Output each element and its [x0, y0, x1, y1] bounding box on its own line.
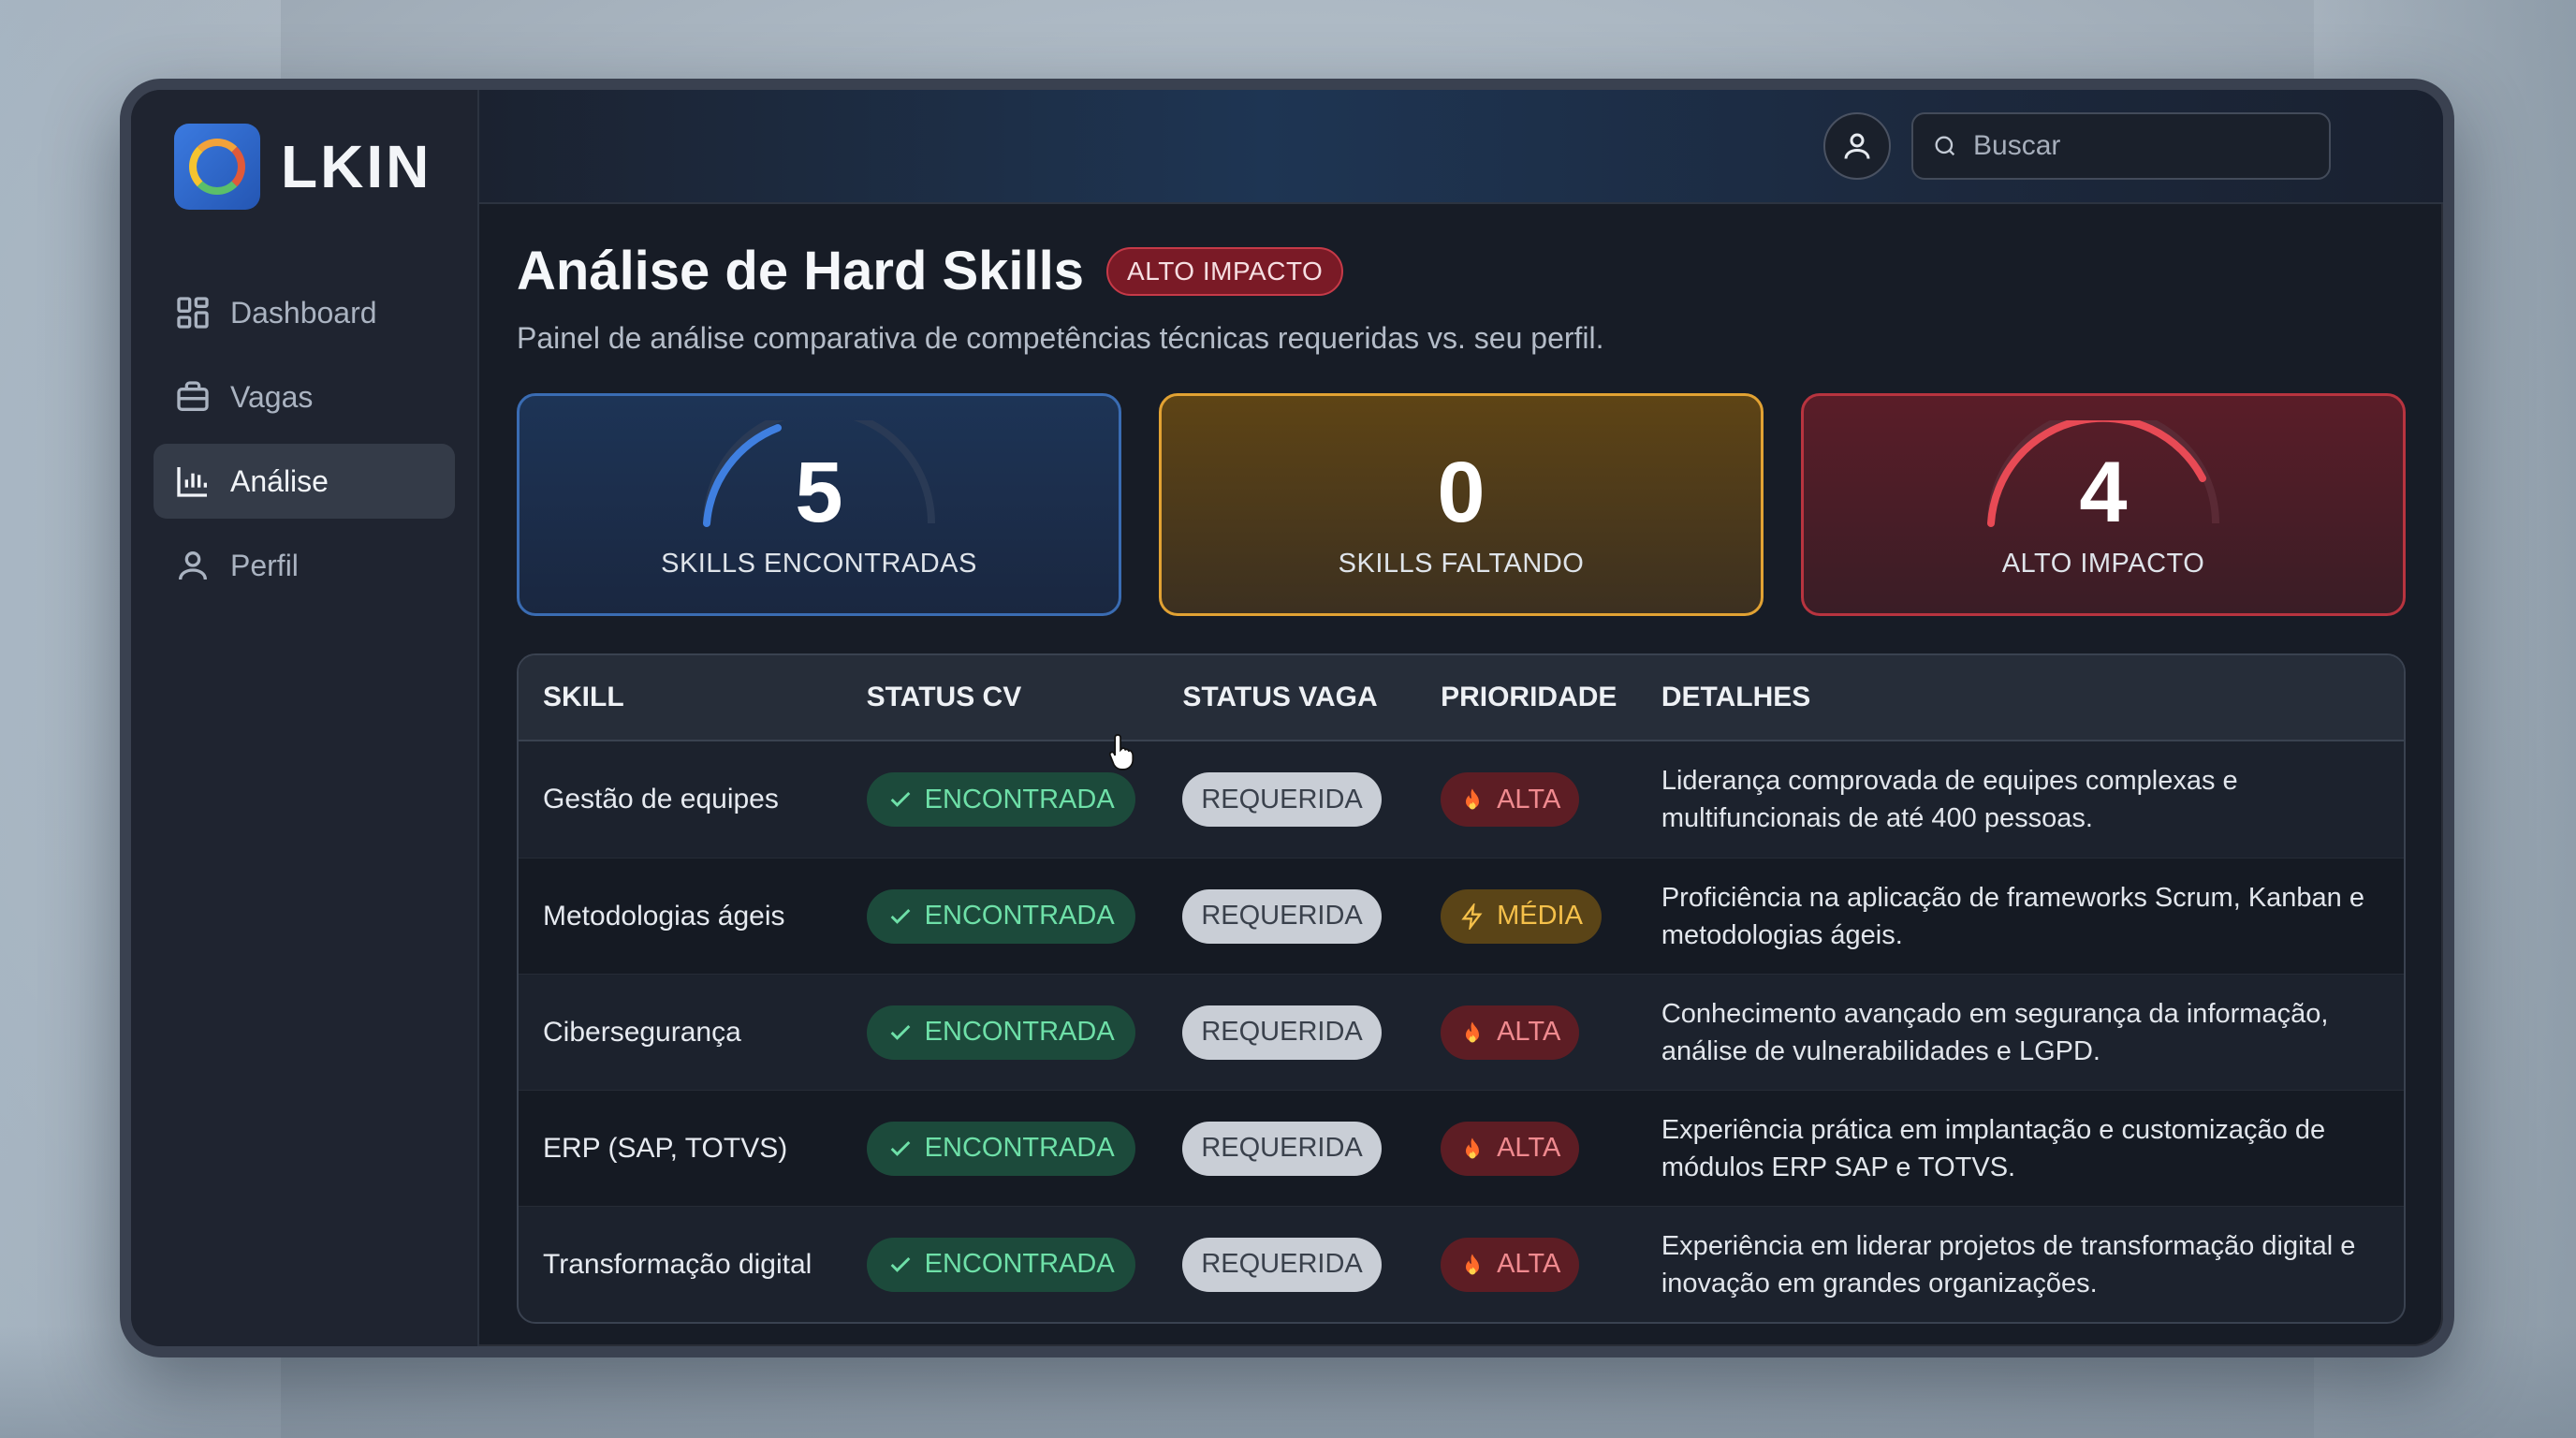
skill-detail: Experiência em liderar projetos de trans… — [1661, 1230, 2356, 1299]
status-vaga-badge: REQUERIDA — [1182, 1005, 1382, 1060]
logo-icon — [174, 124, 260, 210]
priority-badge: ALTA — [1441, 772, 1580, 827]
priority-badge: ALTA — [1441, 1121, 1580, 1176]
column-header-status-cv[interactable]: STATUS CV — [842, 682, 1159, 713]
column-header-skill[interactable]: SKILL — [519, 682, 842, 713]
priority-label: ALTA — [1497, 1017, 1561, 1047]
skill-name: Cibersegurança — [543, 1016, 741, 1048]
status-cv-label: ENCONTRADA — [924, 1017, 1115, 1047]
status-vaga-badge: REQUERIDA — [1182, 772, 1382, 827]
search-input[interactable] — [1973, 130, 2310, 162]
check-icon — [890, 1256, 911, 1272]
card-skills-missing: 0 SKILLS FALTANDO — [1159, 393, 1764, 616]
fire-icon — [1466, 1253, 1480, 1274]
sidebar-item-dashboard[interactable]: Dashboard — [154, 275, 455, 350]
card-label: SKILLS ENCONTRADAS — [661, 548, 977, 579]
column-header-priority[interactable]: PRIORIDADE — [1416, 682, 1637, 713]
table-row[interactable]: Gestão de equipes ENCONTRADA REQUERIDA A… — [519, 741, 2404, 858]
skill-detail: Proficiência na aplicação de frameworks … — [1661, 882, 2364, 950]
hand-cursor-icon — [1108, 734, 1134, 770]
sidebar-item-label: Vagas — [230, 379, 314, 414]
table-row[interactable]: Metodologias ágeis ENCONTRADA REQUERIDA … — [519, 858, 2404, 974]
briefcase-icon — [177, 381, 209, 411]
priority-label: ALTA — [1497, 1249, 1561, 1279]
sidebar-item-analise[interactable]: Análise — [154, 444, 455, 519]
brand[interactable]: LKIN — [174, 124, 455, 210]
content: Análise de Hard Skills ALTO IMPACTO Pain… — [479, 204, 2443, 1324]
check-icon — [890, 1140, 911, 1156]
skill-name: Transformação digital — [543, 1248, 812, 1280]
bolt-icon — [1461, 902, 1483, 930]
status-cv-badge: ENCONTRADA — [866, 772, 1135, 827]
card-label: SKILLS FALTANDO — [1338, 548, 1585, 579]
table-header: SKILL STATUS CV STATUS VAGA PRIORIDADE D… — [519, 655, 2404, 741]
sidebar-item-perfil[interactable]: Perfil — [154, 528, 455, 603]
status-vaga-badge: REQUERIDA — [1182, 888, 1382, 944]
user-icon — [1844, 133, 1870, 159]
main-area: Análise de Hard Skills ALTO IMPACTO Pain… — [479, 90, 2443, 1346]
status-cv-badge: ENCONTRADA — [866, 1237, 1135, 1292]
check-icon — [890, 908, 911, 924]
sidebar-item-label: Perfil — [230, 548, 299, 582]
page-subtitle: Painel de análise comparativa de competê… — [517, 321, 1604, 355]
status-cv-label: ENCONTRADA — [924, 784, 1115, 814]
status-cv-badge: ENCONTRADA — [866, 1005, 1135, 1060]
skill-name: Gestão de equipes — [543, 784, 779, 814]
priority-label: ALTA — [1497, 784, 1561, 814]
user-icon — [179, 551, 207, 580]
card-high-impact: 4 ALTO IMPACTO — [1801, 393, 2406, 616]
check-icon — [890, 1024, 911, 1040]
table-row[interactable]: Transformação digital ENCONTRADA REQUERI… — [519, 1206, 2404, 1322]
skill-detail: Liderança comprovada de equipes complexa… — [1661, 766, 2238, 833]
sidebar-item-label: Análise — [230, 463, 329, 498]
column-header-details[interactable]: DETALHES — [1637, 682, 2404, 713]
skills-table: SKILL STATUS CV STATUS VAGA PRIORIDADE D… — [517, 653, 2406, 1324]
table-row[interactable]: ERP (SAP, TOTVS) ENCONTRADA REQUERIDA AL… — [519, 1090, 2404, 1206]
sidebar-item-label: Dashboard — [230, 295, 377, 330]
priority-badge: MÉDIA — [1441, 888, 1602, 944]
top-bar — [479, 90, 2443, 204]
column-header-status-vaga[interactable]: STATUS VAGA — [1158, 682, 1416, 713]
skill-name: ERP (SAP, TOTVS) — [543, 1132, 788, 1164]
card-skills-found: 5 SKILLS ENCONTRADAS — [517, 393, 1121, 616]
title-row: Análise de Hard Skills ALTO IMPACTO — [517, 240, 2406, 302]
table-row[interactable]: Cibersegurança ENCONTRADA REQUERIDA ALTA… — [519, 974, 2404, 1090]
status-vaga-badge: REQUERIDA — [1182, 1121, 1382, 1176]
skill-name: Metodologias ágeis — [543, 900, 785, 932]
brand-name: LKIN — [281, 133, 432, 200]
summary-cards: 5 SKILLS ENCONTRADAS 0 SKILLS FALTANDO 4… — [517, 393, 2406, 616]
search-box[interactable] — [1911, 112, 2331, 180]
skill-detail: Experiência prática em implantação e cus… — [1661, 1114, 2326, 1182]
status-cv-label: ENCONTRADA — [924, 1133, 1115, 1163]
status-vaga-badge: REQUERIDA — [1182, 1237, 1382, 1292]
page-title: Análise de Hard Skills — [517, 241, 1085, 301]
priority-badge: ALTA — [1441, 1005, 1580, 1060]
priority-badge: ALTA — [1441, 1237, 1580, 1292]
card-value: 0 — [1437, 444, 1486, 540]
user-menu-button[interactable] — [1823, 112, 1891, 180]
search-icon — [1935, 136, 1955, 156]
priority-label: MÉDIA — [1497, 901, 1583, 931]
priority-label: ALTA — [1497, 1133, 1561, 1163]
status-cv-label: ENCONTRADA — [924, 1249, 1115, 1279]
bar-chart-icon — [177, 467, 207, 497]
card-value: 4 — [2079, 444, 2128, 540]
fire-icon — [1466, 1020, 1480, 1042]
app-window: LKIN Dashboard Vagas Análise Perfil Busc… — [120, 79, 2454, 1357]
status-cv-badge: ENCONTRADA — [866, 888, 1135, 944]
skill-detail: Conhecimento avançado em segurança da in… — [1661, 998, 2329, 1066]
check-icon — [890, 791, 911, 807]
card-label: ALTO IMPACTO — [2001, 548, 2205, 579]
fire-icon — [1466, 1137, 1480, 1158]
status-cv-label: ENCONTRADA — [924, 901, 1115, 931]
sidebar-item-vagas[interactable]: Vagas — [154, 360, 455, 434]
sidebar: LKIN Dashboard Vagas Análise Perfil — [131, 90, 479, 1346]
fire-icon — [1466, 788, 1480, 810]
card-value: 5 — [795, 444, 843, 540]
grid-icon — [177, 297, 209, 329]
impact-badge: ALTO IMPACTO — [1106, 246, 1344, 296]
status-cv-badge: ENCONTRADA — [866, 1121, 1135, 1176]
